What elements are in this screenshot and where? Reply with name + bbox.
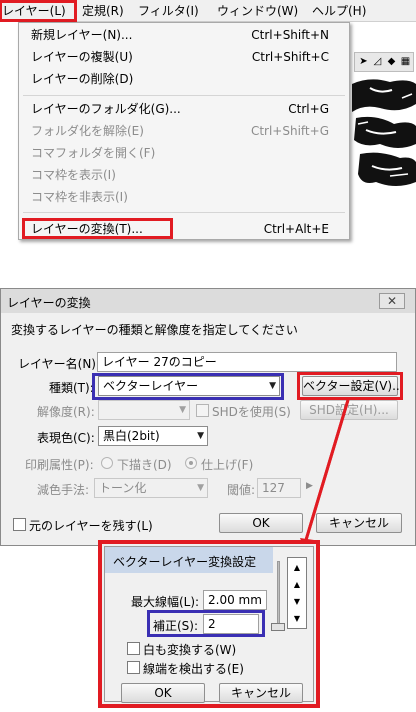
canvas-toolbar: ➤ ◿ ◆ ▦ bbox=[354, 52, 414, 72]
reduce-method-select: トーン化 ▼ bbox=[94, 478, 208, 498]
close-button[interactable]: ✕ bbox=[379, 293, 405, 309]
spin-panel: ▲ ▲ ▼ ▼ bbox=[287, 557, 307, 629]
menu-item-show-frame: コマ枠を表示(I) bbox=[19, 164, 349, 186]
keep-original-label: 元のレイヤーを残す(L) bbox=[29, 519, 153, 533]
vector-settings-dialog: ベクターレイヤー変換設定 ▲ ▲ ▼ ▼ 最大線幅(L): 2.00 mm 補正… bbox=[98, 540, 320, 708]
shape-tool-icon[interactable]: ◆ bbox=[385, 55, 398, 68]
menu-item-folderize[interactable]: レイヤーのフォルダ化(G)... Ctrl+G bbox=[19, 98, 349, 120]
menu-separator bbox=[23, 95, 345, 96]
arrow-down-icon[interactable]: ▼ bbox=[289, 594, 305, 609]
arrow-bottom-icon[interactable]: ▼ bbox=[289, 611, 305, 626]
menu-item-label: レイヤーの複製(U) bbox=[31, 50, 133, 64]
color-select[interactable]: 黒白(2bit) ▼ bbox=[98, 426, 208, 446]
canvas-preview: ➤ ◿ ◆ ▦ bbox=[350, 22, 416, 192]
max-width-input[interactable]: 2.00 mm bbox=[203, 590, 267, 610]
threshold-label: 閾値: bbox=[227, 483, 256, 497]
menu-item-label: 新規レイヤー(N)... bbox=[31, 28, 133, 42]
convert-white-label: 白も変換する(W) bbox=[143, 643, 237, 657]
vector-dialog-title: ベクターレイヤー変換設定 bbox=[113, 555, 257, 569]
convert-white-checkbox[interactable] bbox=[127, 642, 140, 655]
vector-settings-body: ベクターレイヤー変換設定 ▲ ▲ ▼ ▼ 最大線幅(L): 2.00 mm 補正… bbox=[104, 546, 314, 703]
menu-item-label: フォルダ化を解除(E) bbox=[31, 124, 144, 138]
detect-ends-label: 線端を検出する(E) bbox=[143, 662, 244, 676]
layer-name-input[interactable]: レイヤー 27のコピー bbox=[97, 352, 397, 372]
menu-layer[interactable]: レイヤー(L) bbox=[0, 0, 77, 22]
arrow-tool-icon[interactable]: ➤ bbox=[357, 55, 370, 68]
highlight-vector-settings bbox=[297, 372, 403, 400]
convert-layer-dialog: レイヤーの変換 ✕ 変換するレイヤーの種類と解像度を指定してください レイヤー名… bbox=[0, 288, 416, 546]
layer-name-label: レイヤー名(N): bbox=[18, 357, 101, 371]
grid-tool-icon[interactable]: ▦ bbox=[399, 55, 412, 68]
draft-radio-label: 下描き(D) bbox=[117, 458, 172, 472]
finish-radio-label: 仕上げ(F) bbox=[201, 458, 254, 472]
menu-item-shortcut: Ctrl+G bbox=[288, 102, 329, 116]
menu-item-shortcut: Ctrl+Alt+E bbox=[263, 222, 329, 236]
slider-handle[interactable] bbox=[271, 623, 285, 631]
menu-item-delete-layer[interactable]: レイヤーの削除(D) bbox=[19, 68, 349, 90]
menu-item-unfolderize: フォルダ化を解除(E) Ctrl+Shift+G bbox=[19, 120, 349, 142]
detect-ends-checkbox[interactable] bbox=[127, 661, 140, 674]
menu-item-label: コマ枠を非表示(I) bbox=[31, 190, 128, 204]
menu-item-label: レイヤーの削除(D) bbox=[31, 72, 134, 86]
chevron-right-icon: ▶ bbox=[306, 481, 313, 491]
highlight-type-select bbox=[92, 373, 284, 400]
threshold-input: 127 bbox=[257, 478, 301, 498]
menu-separator bbox=[23, 212, 345, 213]
draft-radio bbox=[101, 457, 113, 469]
vector-dialog-title-bar: ベクターレイヤー変換設定 bbox=[105, 547, 273, 573]
vector-cancel-button[interactable]: キャンセル bbox=[219, 683, 303, 703]
menu-help[interactable]: ヘルプ(H) bbox=[312, 3, 366, 19]
keep-original-checkbox[interactable] bbox=[13, 518, 26, 531]
instruction-text: 変換するレイヤーの種類と解像度を指定してください bbox=[11, 323, 298, 337]
cancel-button[interactable]: キャンセル bbox=[316, 513, 402, 533]
dialog-title: レイヤーの変換 bbox=[7, 296, 91, 310]
menu-ruler[interactable]: 定規(R) bbox=[82, 3, 124, 19]
menu-window[interactable]: ウィンドウ(W) bbox=[217, 3, 298, 19]
use-shd-label: SHDを使用(S) bbox=[212, 405, 291, 419]
slider-track bbox=[277, 561, 280, 631]
dialog-title-bar: レイヤーの変換 ✕ bbox=[1, 289, 415, 313]
type-label: 種類(T): bbox=[49, 381, 94, 395]
menu-item-hide-frame: コマ枠を非表示(I) bbox=[19, 186, 349, 208]
ok-button[interactable]: OK bbox=[219, 513, 303, 533]
menu-item-shortcut: Ctrl+Shift+C bbox=[251, 50, 329, 64]
menu-item-shortcut: Ctrl+Shift+N bbox=[251, 28, 329, 42]
menu-item-open-frame-folder: コマフォルダを開く(F) bbox=[19, 142, 349, 164]
chevron-down-icon: ▼ bbox=[197, 431, 204, 441]
menu-filter[interactable]: フィルタ(I) bbox=[138, 3, 199, 19]
reduce-method-value: トーン化 bbox=[99, 481, 147, 495]
manga-artwork bbox=[352, 79, 416, 186]
use-shd-checkbox bbox=[196, 404, 209, 417]
ruler-tool-icon[interactable]: ◿ bbox=[371, 55, 384, 68]
shd-settings-button: SHD設定(H)... bbox=[300, 400, 398, 420]
menu-item-label: レイヤーのフォルダ化(G)... bbox=[31, 102, 181, 116]
chevron-down-icon: ▼ bbox=[179, 405, 186, 415]
menu-item-shortcut: Ctrl+Shift+G bbox=[250, 124, 329, 138]
color-label: 表現色(C): bbox=[37, 431, 95, 445]
menu-item-duplicate-layer[interactable]: レイヤーの複製(U) Ctrl+Shift+C bbox=[19, 46, 349, 68]
arrow-up-icon[interactable]: ▲ bbox=[289, 577, 305, 592]
resolution-select: ▼ bbox=[98, 400, 190, 420]
reduce-method-label: 減色手法: bbox=[37, 483, 90, 497]
arrow-top-icon[interactable]: ▲ bbox=[289, 560, 305, 575]
layer-menu-dropdown: 新規レイヤー(N)... Ctrl+Shift+N レイヤーの複製(U) Ctr… bbox=[18, 22, 350, 240]
highlight-correction bbox=[147, 610, 265, 637]
max-width-label: 最大線幅(L): bbox=[131, 595, 200, 609]
color-select-value: 黒白(2bit) bbox=[103, 429, 160, 443]
print-attr-label: 印刷属性(P): bbox=[25, 458, 94, 472]
vector-ok-button[interactable]: OK bbox=[121, 683, 205, 703]
resolution-label: 解像度(R): bbox=[37, 405, 95, 419]
menu-item-label: コマフォルダを開く(F) bbox=[31, 146, 156, 160]
finish-radio bbox=[185, 457, 197, 469]
menu-bar: レイヤー(L) 定規(R) フィルタ(I) ウィンドウ(W) ヘルプ(H) bbox=[0, 0, 416, 22]
menu-item-label: コマ枠を表示(I) bbox=[31, 168, 116, 182]
highlight-convert-item bbox=[22, 218, 173, 239]
menu-item-new-layer[interactable]: 新規レイヤー(N)... Ctrl+Shift+N bbox=[19, 24, 349, 46]
chevron-down-icon: ▼ bbox=[197, 483, 204, 493]
